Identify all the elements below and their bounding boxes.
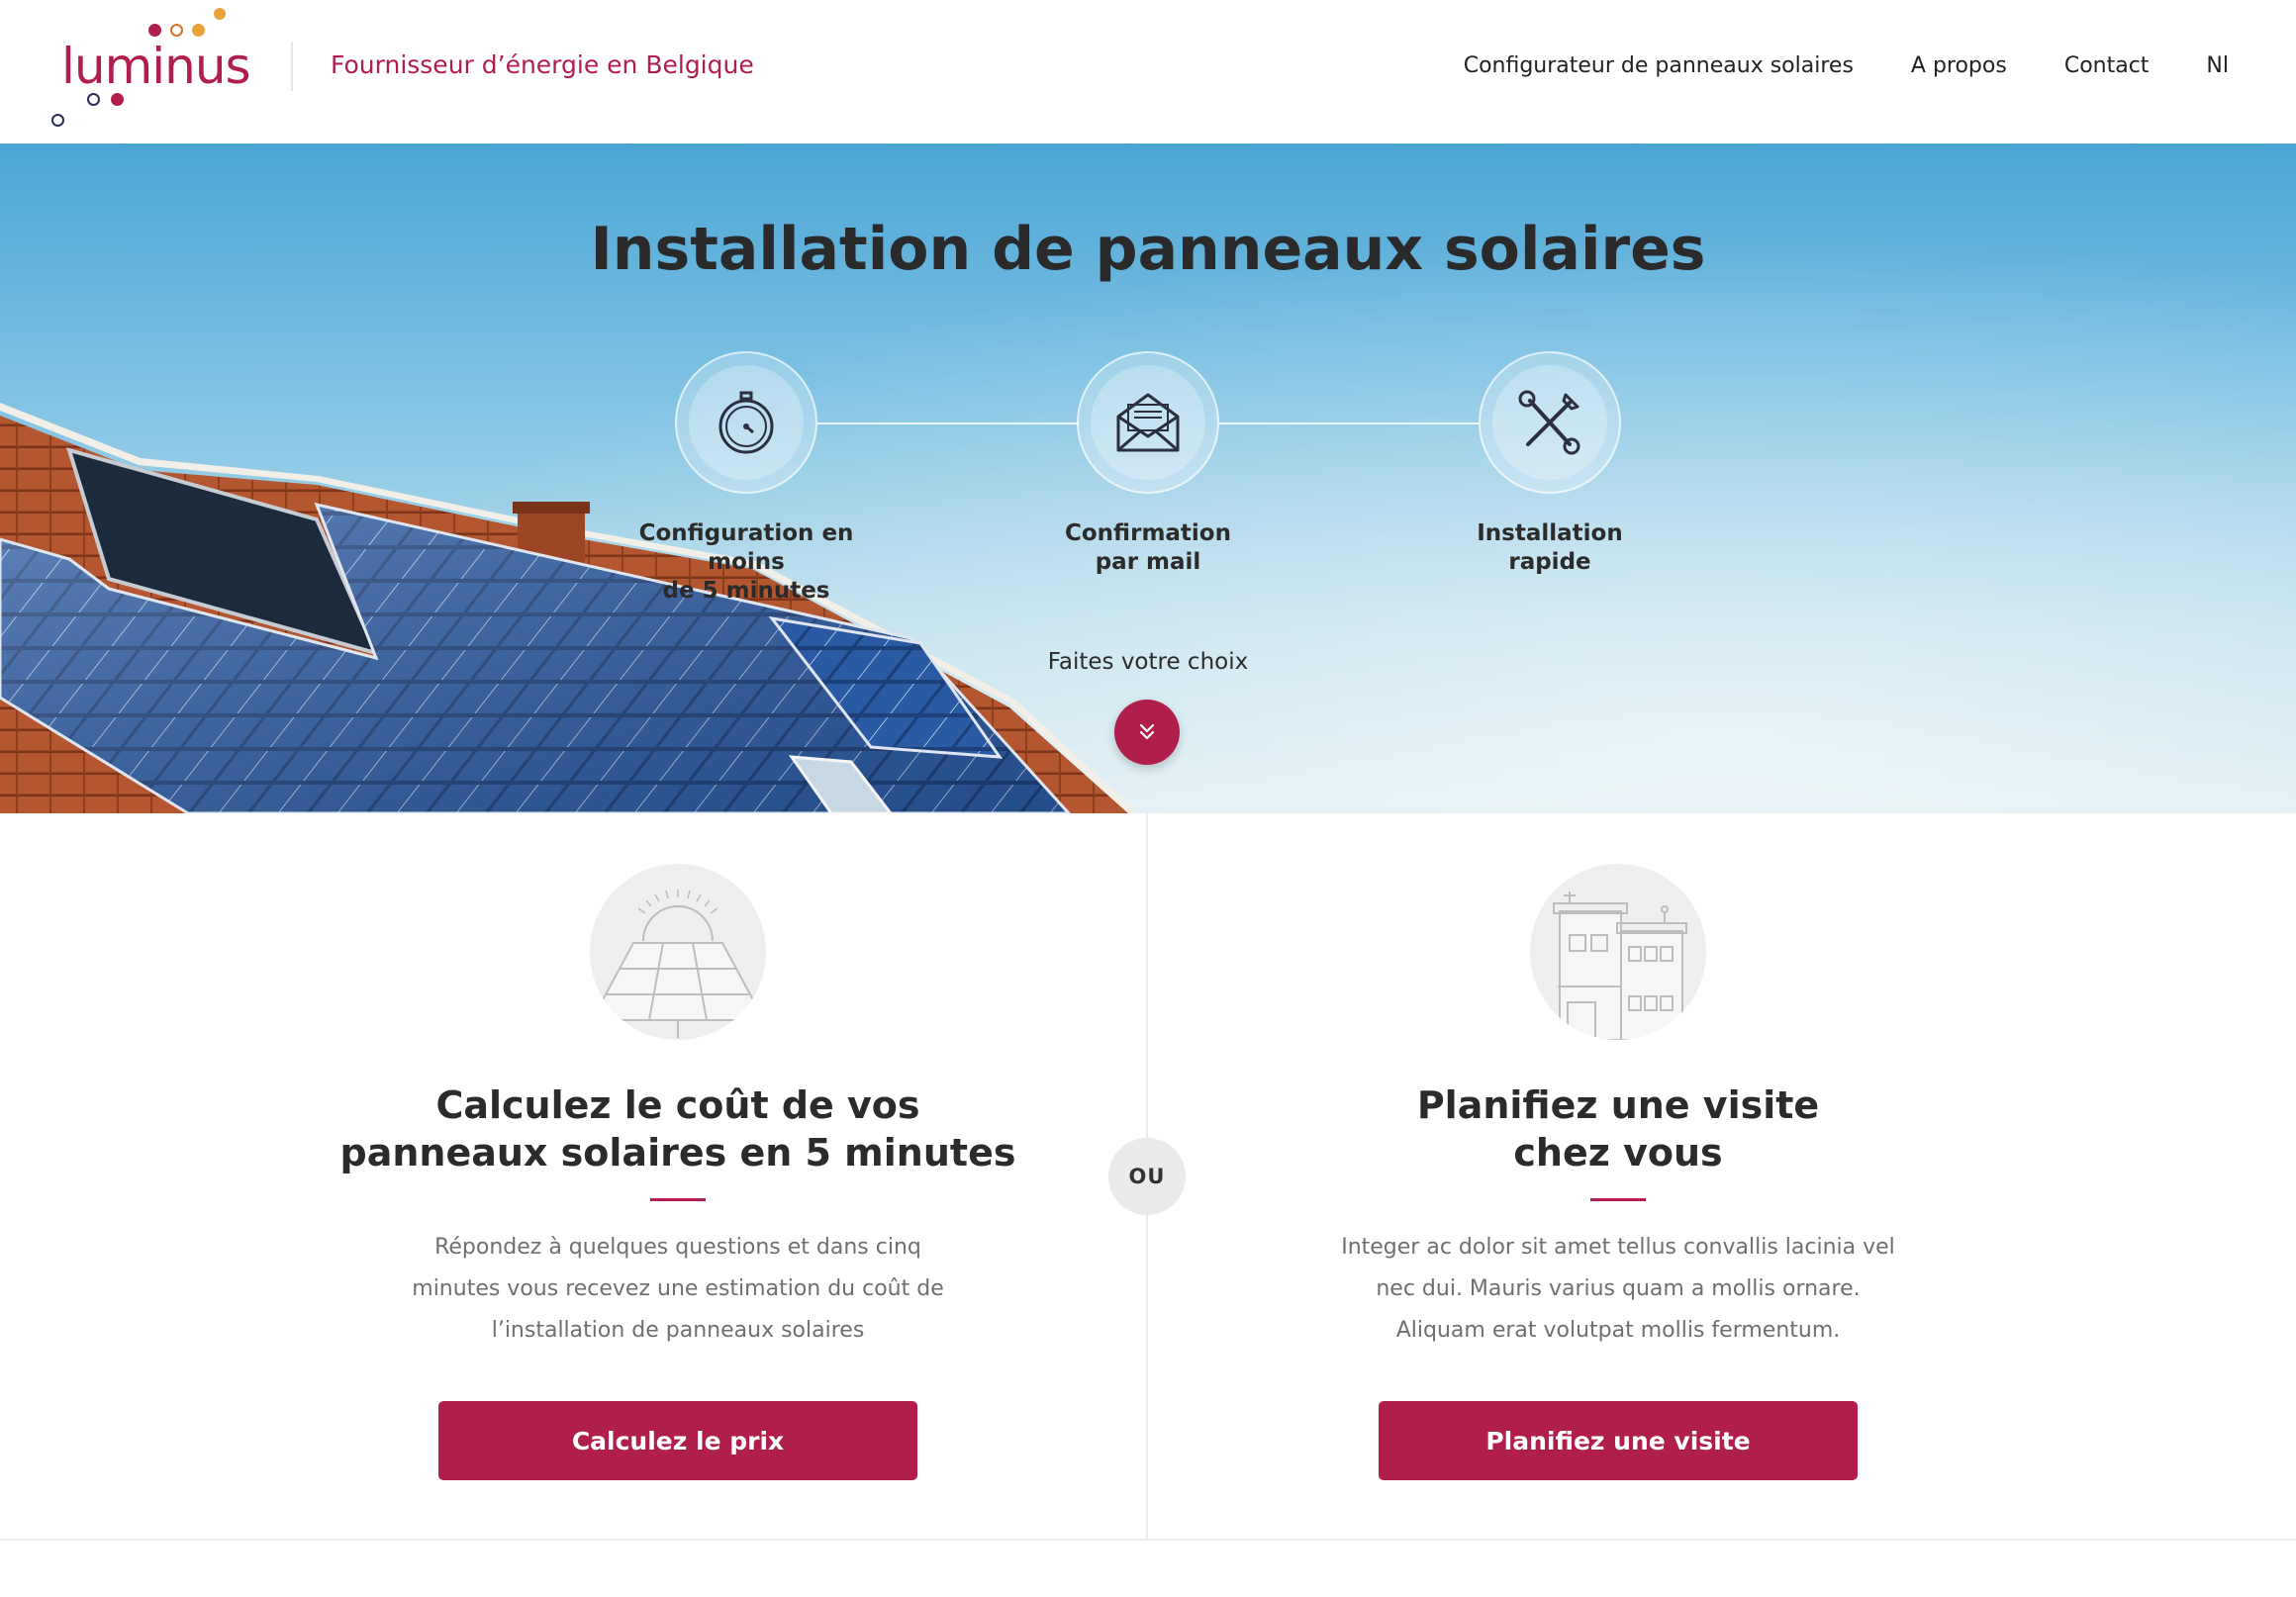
step-label: Configuration en moins de 5 minutes [638, 520, 854, 604]
plan-visit-button[interactable]: Planifiez une visite [1379, 1401, 1858, 1480]
step-configuration: Configuration en moins de 5 minutes [598, 351, 895, 606]
option-icon-circle [590, 864, 766, 1040]
choose-prompt: Faites votre choix [1047, 649, 1249, 675]
logo-dot [170, 24, 183, 37]
calculate-price-button[interactable]: Calculez le prix [438, 1401, 917, 1480]
double-chevron-down-icon [1139, 723, 1155, 740]
solar-panel-icon [590, 890, 766, 1038]
title-underline [650, 1198, 706, 1201]
header-divider [291, 42, 293, 91]
logo-dot [87, 93, 100, 106]
section-bottom-rule [0, 1539, 2296, 1541]
option-title: Calculez le coût de vos panneaux solaire… [339, 1083, 1016, 1174]
logo-dot [51, 114, 64, 127]
step-installation: Installation rapide [1401, 351, 1698, 577]
option-icon-circle [1530, 864, 1706, 1040]
step-confirmation: Confirmation par mail [1000, 351, 1296, 577]
luminus-logo[interactable]: luminus [51, 8, 251, 132]
hero-section: Installation de panneaux solaires Config… [0, 143, 2296, 813]
site-header: luminus Fournisseur d’énergie en Belgiqu… [0, 0, 2296, 143]
envelope-icon [1116, 393, 1180, 452]
option-description: Répondez à quelques questions et dans ci… [412, 1235, 944, 1343]
options-section: OU Calculez le coût de vos panneaux sola… [0, 813, 2296, 1541]
main-nav: Configurateur de panneaux solaires A pro… [1464, 53, 2229, 78]
step-icon-circle [1479, 351, 1621, 494]
option-title: Planifiez une visite chez vous [1416, 1083, 1820, 1174]
option-calculate: Calculez le coût de vos panneaux solaire… [332, 813, 1024, 1480]
logo-wordmark: luminus [61, 38, 251, 95]
logo-dot [214, 8, 226, 20]
nav-link-configurateur[interactable]: Configurateur de panneaux solaires [1464, 53, 1854, 78]
step-label: Installation rapide [1477, 520, 1623, 575]
option-visit: Planifiez une visite chez vous Integer a… [1272, 813, 1964, 1480]
step-icon-circle [1077, 351, 1219, 494]
nav-link-contact[interactable]: Contact [2064, 53, 2150, 78]
buildings-icon [1553, 892, 1687, 1040]
logo-dot [148, 24, 161, 37]
stopwatch-icon [718, 391, 774, 454]
or-separator-badge: OU [1108, 1138, 1186, 1215]
logo-dot [192, 24, 205, 37]
hero-title: Installation de panneaux solaires [590, 215, 1706, 284]
nav-link-language[interactable]: Nl [2206, 53, 2229, 78]
option-description: Integer ac dolor sit amet tellus convall… [1341, 1235, 1895, 1343]
step-label: Confirmation par mail [1065, 520, 1231, 575]
step-icon-circle [675, 351, 817, 494]
scroll-down-button[interactable] [1114, 700, 1180, 765]
nav-link-a-propos[interactable]: A propos [1911, 53, 2007, 78]
tagline: Fournisseur d’énergie en Belgique [331, 50, 754, 79]
tools-icon [1518, 390, 1580, 455]
title-underline [1590, 1198, 1646, 1201]
logo-dot [111, 93, 124, 106]
